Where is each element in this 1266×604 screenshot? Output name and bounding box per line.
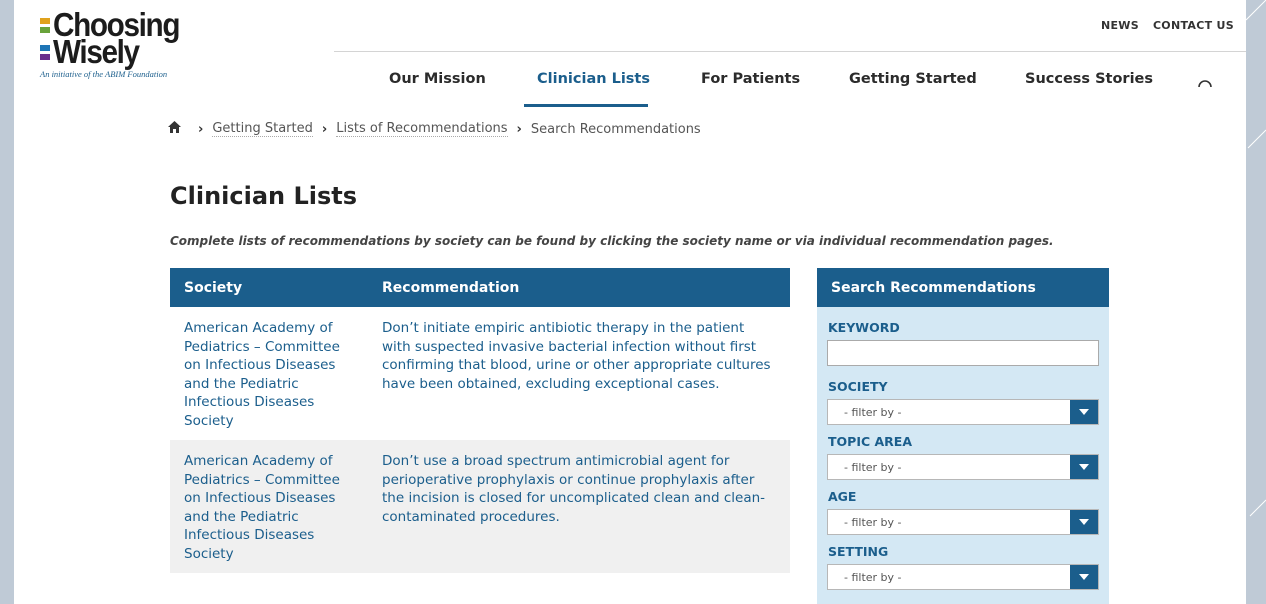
society-link[interactable]: American Academy of Pediatrics – Committ…: [170, 307, 368, 440]
logo-bars-icon-lower: [40, 44, 50, 60]
home-icon[interactable]: [168, 121, 181, 137]
logo-bars-icon: [40, 17, 50, 33]
column-header-society: Society: [170, 268, 368, 307]
nav-clinician-lists[interactable]: Clinician Lists: [537, 71, 650, 87]
setting-filter-value: - filter by -: [844, 571, 902, 584]
setting-filter-label: SETTING: [828, 544, 889, 559]
frame-decoration: [1245, 0, 1266, 517]
table-row: American Academy of Pediatrics – Committ…: [170, 307, 790, 440]
choosing-wisely-logo[interactable]: Choosing Wisely An initiative of the ABI…: [40, 8, 193, 79]
nav-getting-started[interactable]: Getting Started: [849, 71, 977, 87]
main-nav: Our Mission Clinician Lists For Patients…: [14, 71, 1246, 107]
table-row: American Academy of Pediatrics – Committ…: [170, 440, 790, 573]
page-title: Clinician Lists: [170, 182, 358, 210]
search-recommendations-panel: Search Recommendations KEYWORD SOCIETY -…: [817, 268, 1109, 604]
topic-area-filter-select[interactable]: - filter by -: [827, 454, 1099, 480]
recommendation-link[interactable]: Don’t initiate empiric antibiotic therap…: [368, 307, 790, 440]
chevron-down-icon[interactable]: [1070, 510, 1098, 534]
recommendations-table: Society Recommendation American Academy …: [170, 268, 790, 573]
chevron-down-icon[interactable]: [1070, 455, 1098, 479]
breadcrumb-getting-started[interactable]: Getting Started: [212, 121, 313, 137]
active-nav-indicator: [524, 104, 648, 107]
society-filter-select[interactable]: - filter by -: [827, 399, 1099, 425]
nav-for-patients[interactable]: For Patients: [701, 71, 800, 87]
utility-nav: NEWS CONTACT US: [1101, 19, 1234, 32]
setting-filter-select[interactable]: - filter by -: [827, 564, 1099, 590]
breadcrumb-current: Search Recommendations: [530, 121, 701, 137]
topic-area-filter-value: - filter by -: [844, 461, 902, 474]
chevron-right-icon: ›: [198, 121, 204, 137]
age-filter-value: - filter by -: [844, 516, 902, 529]
search-icon[interactable]: [1197, 76, 1213, 96]
keyword-input[interactable]: [827, 340, 1099, 366]
contact-us-link[interactable]: CONTACT US: [1153, 19, 1234, 32]
table-header-row: Society Recommendation: [170, 268, 790, 307]
search-panel-title: Search Recommendations: [817, 268, 1109, 307]
chevron-right-icon: ›: [321, 121, 328, 137]
society-filter-value: - filter by -: [844, 406, 902, 419]
logo-text-line2: Wisely: [53, 33, 140, 70]
keyword-label: KEYWORD: [828, 320, 900, 335]
society-filter-label: SOCIETY: [828, 379, 888, 394]
chevron-down-icon[interactable]: [1070, 565, 1098, 589]
header-divider: [334, 51, 1246, 52]
chevron-down-icon[interactable]: [1070, 400, 1098, 424]
society-link[interactable]: American Academy of Pediatrics – Committ…: [170, 440, 368, 573]
breadcrumb: › Getting Started › Lists of Recommendat…: [168, 121, 701, 137]
page-intro: Complete lists of recommendations by soc…: [170, 234, 1054, 248]
age-filter-select[interactable]: - filter by -: [827, 509, 1099, 535]
topic-area-filter-label: TOPIC AREA: [828, 434, 913, 449]
recommendation-link[interactable]: Don’t use a broad spectrum antimicrobial…: [368, 440, 790, 573]
breadcrumb-lists-of-recommendations[interactable]: Lists of Recommendations: [336, 121, 508, 137]
news-link[interactable]: NEWS: [1101, 19, 1139, 32]
column-header-recommendation: Recommendation: [368, 268, 790, 307]
age-filter-label: AGE: [828, 489, 857, 504]
nav-success-stories[interactable]: Success Stories: [1025, 71, 1153, 87]
nav-our-mission[interactable]: Our Mission: [389, 71, 486, 87]
page-container: Choosing Wisely An initiative of the ABI…: [14, 0, 1246, 604]
chevron-right-icon: ›: [516, 121, 522, 137]
